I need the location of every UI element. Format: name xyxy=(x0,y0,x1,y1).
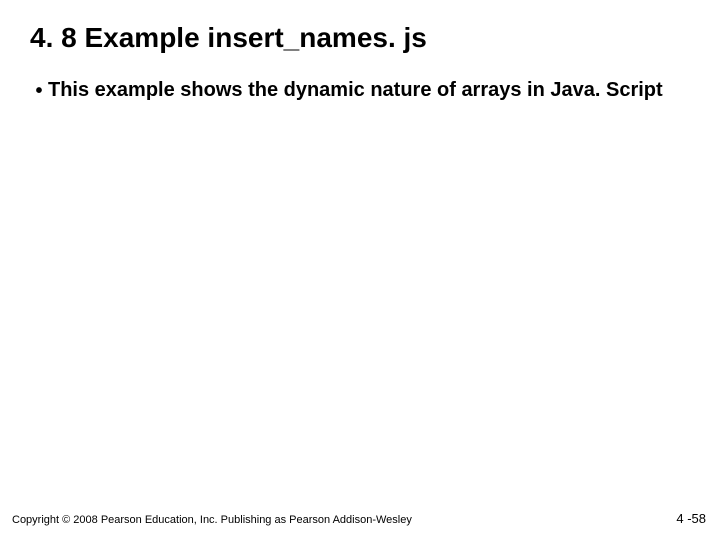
bullet-dot-icon: • xyxy=(30,79,48,104)
slide: 4. 8 Example insert_names. js • This exa… xyxy=(0,0,720,540)
slide-body: • This example shows the dynamic nature … xyxy=(30,78,690,104)
copyright-text: Copyright © 2008 Pearson Education, Inc.… xyxy=(12,514,412,526)
bullet-text: This example shows the dynamic nature of… xyxy=(48,78,690,103)
slide-title: 4. 8 Example insert_names. js xyxy=(30,22,690,54)
page-number: 4 -58 xyxy=(676,511,706,526)
bullet-item: • This example shows the dynamic nature … xyxy=(30,78,690,104)
